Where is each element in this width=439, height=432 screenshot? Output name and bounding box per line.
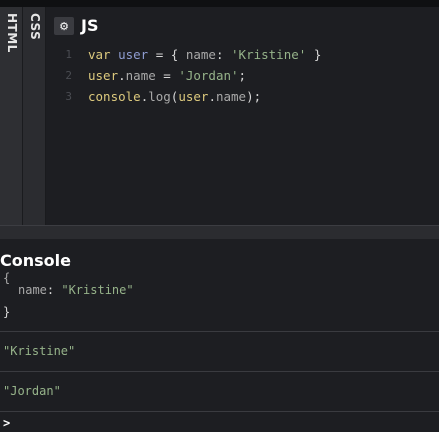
- collapsed-panels-sidebar: HTML CSS: [0, 7, 46, 225]
- console-log-entry: "Jordan": [0, 372, 439, 412]
- code-token: var: [88, 47, 111, 62]
- code-line: 3 console.log(user.name);: [46, 86, 439, 107]
- editor-title: JS: [81, 16, 99, 35]
- js-editor-panel: ⚙ JS 1 var user = { name: 'Kristine' } 2 us…: [46, 7, 439, 225]
- object-property: name: "Kristine": [18, 283, 134, 297]
- code-token: name: [185, 47, 216, 62]
- object-prop-name: name: [18, 283, 47, 297]
- code-text: user.name = 'Jordan';: [88, 65, 246, 86]
- console-output: { name: "Kristine" } "Kristine" "Jordan"…: [0, 271, 439, 432]
- code-token: console: [88, 89, 141, 104]
- gear-icon[interactable]: ⚙: [54, 17, 74, 35]
- top-strip: [0, 0, 439, 7]
- code-token: .: [208, 89, 216, 104]
- code-token: user: [178, 89, 209, 104]
- line-number: 1: [65, 48, 72, 61]
- tab-css-label: CSS: [28, 13, 42, 41]
- console-title: Console: [0, 251, 71, 270]
- console-log-entry: "Kristine": [0, 332, 439, 372]
- code-token: = {: [148, 47, 186, 62]
- object-close-brace: }: [3, 305, 11, 319]
- console-input-row[interactable]: >: [0, 412, 439, 432]
- code-token: name: [125, 68, 156, 83]
- console-object-entry[interactable]: { name: "Kristine" }: [0, 271, 439, 332]
- object-prop-sep: :: [46, 283, 62, 297]
- code-line: 1 var user = { name: 'Kristine' }: [46, 44, 439, 65]
- code-line: 2 user.name = 'Jordan';: [46, 65, 439, 86]
- line-number: 3: [65, 90, 72, 103]
- object-open-brace: {: [3, 271, 11, 285]
- editor-header: ⚙ JS: [46, 7, 439, 41]
- tab-html[interactable]: HTML: [0, 7, 23, 225]
- code-token: name: [215, 89, 247, 104]
- tab-css[interactable]: CSS: [23, 7, 46, 225]
- console-panel: Console { name: "Kristine" } "Kristine" …: [0, 239, 439, 430]
- code-token: log: [148, 89, 171, 104]
- code-token: =: [155, 68, 179, 83]
- code-token: user: [88, 68, 119, 83]
- code-token: );: [246, 89, 262, 104]
- tab-html-label: HTML: [5, 13, 19, 53]
- code-token: user: [118, 47, 149, 62]
- code-token: 'Jordan': [178, 68, 239, 83]
- code-token: .: [118, 68, 126, 83]
- code-token: 'Kristine': [231, 47, 307, 62]
- code-area[interactable]: 1 var user = { name: 'Kristine' } 2 user.na…: [46, 44, 439, 107]
- code-token: ;: [238, 68, 247, 83]
- code-token: }: [306, 47, 322, 62]
- code-text: var user = { name: 'Kristine' }: [88, 44, 321, 65]
- console-prompt: >: [3, 416, 11, 430]
- code-token: :: [215, 47, 232, 62]
- code-text: console.log(user.name);: [88, 86, 261, 107]
- resize-handle[interactable]: [0, 225, 439, 239]
- object-prop-value: "Kristine": [61, 283, 134, 297]
- line-number: 2: [65, 69, 72, 82]
